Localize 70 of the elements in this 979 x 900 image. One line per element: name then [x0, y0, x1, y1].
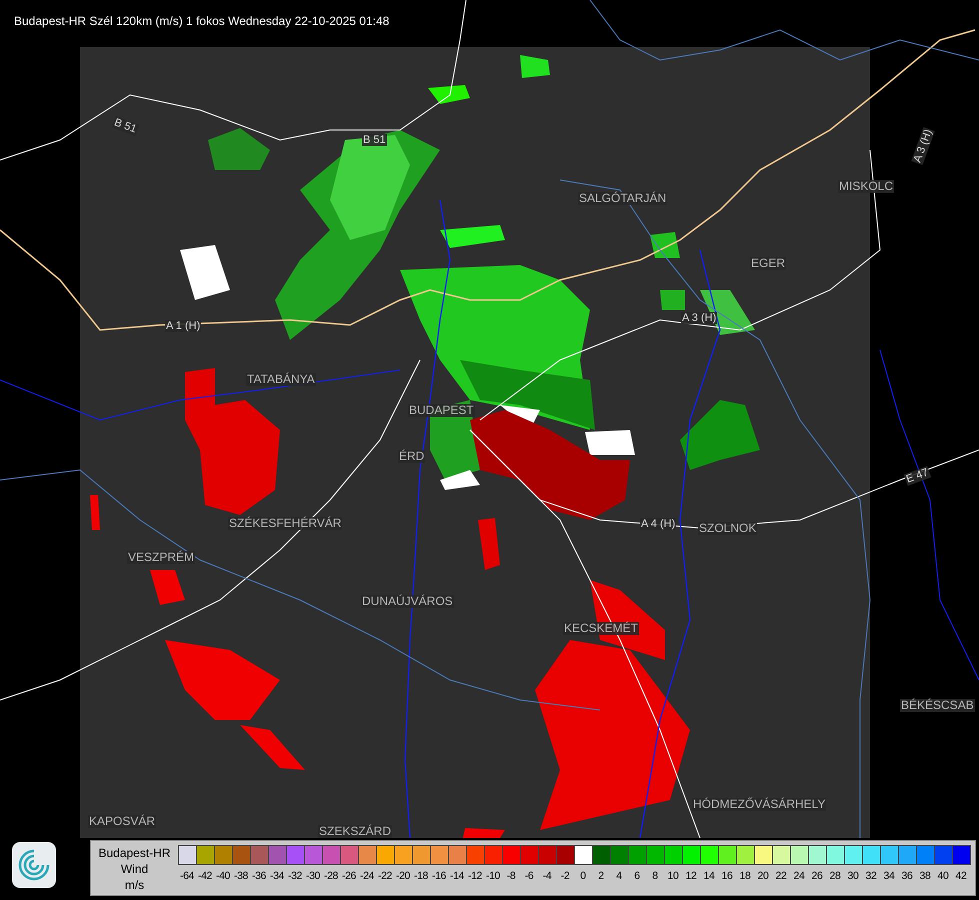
- place-label: SALGÓTARJÁN: [578, 192, 668, 206]
- scale-label: -42: [197, 869, 213, 884]
- scale-label: -18: [413, 869, 429, 884]
- scale-label: -36: [251, 869, 267, 884]
- scale-label: -26: [341, 869, 357, 884]
- road-label: A 3 (H): [681, 312, 718, 324]
- scale-label: 8: [651, 869, 659, 884]
- place-label: ÉRD: [398, 450, 426, 464]
- scale-label: -10: [485, 869, 501, 884]
- place-label: SZEKSZÁRD: [318, 825, 392, 838]
- scale-label: 20: [756, 869, 770, 884]
- scale-label: -6: [524, 869, 534, 884]
- scale-label: -12: [467, 869, 483, 884]
- scale-label: -24: [359, 869, 375, 884]
- road-label: A 4 (H): [640, 518, 676, 530]
- place-label: MISKOLC: [838, 180, 894, 194]
- scale-label: 14: [702, 869, 716, 884]
- scale-label: -20: [395, 869, 411, 884]
- place-label: BUDAPEST: [408, 404, 475, 418]
- scale-label: -34: [269, 869, 285, 884]
- road-label: E 47: [904, 466, 931, 486]
- scale-label: -64: [179, 869, 195, 884]
- radar-logo-icon: [12, 842, 56, 888]
- scale-label: -2: [560, 869, 570, 884]
- place-label: SZOLNOK: [698, 522, 758, 536]
- scale-label: 30: [846, 869, 860, 884]
- place-label: VESZPRÉM: [127, 551, 196, 564]
- scale-label: 38: [918, 869, 932, 884]
- scale-label: 28: [828, 869, 842, 884]
- scale-label: -32: [287, 869, 303, 884]
- scale-label: 18: [738, 869, 752, 884]
- scale-label: 34: [882, 869, 896, 884]
- place-label: SZÉKESFEHÉRVÁR: [228, 517, 342, 530]
- scale-label: 2: [597, 869, 605, 884]
- scale-label: 16: [720, 869, 734, 884]
- scale-label: 12: [684, 869, 698, 884]
- scale-label: 42: [954, 869, 968, 884]
- place-label: KECSKEMÉT: [563, 622, 640, 636]
- scale-label: -14: [449, 869, 465, 884]
- place-label: DUNAÚJVÁROS: [361, 595, 454, 608]
- scale-label: 0: [579, 869, 587, 884]
- scale-label: -30: [305, 869, 321, 884]
- map-title: Budapest-HR Szél 120km (m/s) 1 fokos Wednesday 22-10-2025 01:48: [14, 14, 390, 28]
- scale-label: -40: [215, 869, 231, 884]
- scale-label: 10: [666, 869, 680, 884]
- scale-label: -8: [506, 869, 516, 884]
- scale-label: 4: [615, 869, 623, 884]
- road-label: A 3 (H): [911, 126, 935, 166]
- scale-label: 32: [864, 869, 878, 884]
- place-label: TATABÁNYA: [246, 373, 316, 386]
- scale-label: 6: [633, 869, 641, 884]
- legend-unit: m/s: [124, 877, 146, 894]
- scale-label: -28: [323, 869, 339, 884]
- scale-label: 26: [810, 869, 824, 884]
- place-label: EGER: [750, 257, 786, 270]
- scale-label: 40: [936, 869, 950, 884]
- road-label: A 1 (H): [165, 320, 202, 332]
- scale-label: -4: [542, 869, 552, 884]
- place-label: HÓDMEZŐVÁSÁRHELY: [692, 798, 826, 812]
- scale-label: -22: [377, 869, 393, 884]
- road-label: B 51: [362, 134, 387, 146]
- scale-label: -38: [233, 869, 249, 884]
- scale-label: -16: [431, 869, 447, 884]
- legend-station: Budapest-HR: [97, 845, 172, 862]
- place-label: KAPOSVÁR: [88, 815, 156, 828]
- scale-label: 24: [792, 869, 806, 884]
- scale-label: 22: [774, 869, 788, 884]
- place-label: BÉKÉSCSAB: [900, 699, 975, 712]
- legend-quantity: Wind: [120, 861, 150, 878]
- scale-label: 36: [900, 869, 914, 884]
